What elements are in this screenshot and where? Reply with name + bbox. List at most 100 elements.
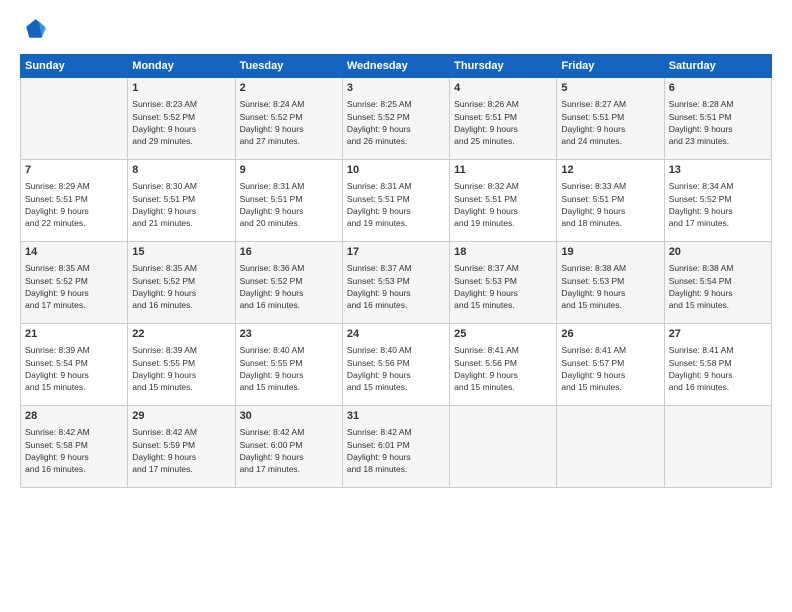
day-number: 29	[132, 409, 230, 424]
day-number: 31	[347, 409, 445, 424]
day-info: Sunrise: 8:32 AM Sunset: 5:51 PM Dayligh…	[454, 180, 552, 229]
day-info: Sunrise: 8:28 AM Sunset: 5:51 PM Dayligh…	[669, 98, 767, 147]
day-info: Sunrise: 8:31 AM Sunset: 5:51 PM Dayligh…	[347, 180, 445, 229]
day-info: Sunrise: 8:41 AM Sunset: 5:57 PM Dayligh…	[561, 344, 659, 393]
calendar-table: SundayMondayTuesdayWednesdayThursdayFrid…	[20, 54, 772, 488]
day-info: Sunrise: 8:42 AM Sunset: 6:01 PM Dayligh…	[347, 426, 445, 475]
day-number: 6	[669, 81, 767, 96]
logo-icon	[20, 16, 48, 44]
calendar-day-cell: 21 Sunrise: 8:39 AM Sunset: 5:54 PM Dayli…	[21, 324, 128, 406]
calendar-body: 1 Sunrise: 8:23 AM Sunset: 5:52 PM Daylig…	[21, 78, 772, 488]
day-info: Sunrise: 8:34 AM Sunset: 5:52 PM Dayligh…	[669, 180, 767, 229]
day-info: Sunrise: 8:25 AM Sunset: 5:52 PM Dayligh…	[347, 98, 445, 147]
weekday-header: Wednesday	[342, 55, 449, 78]
calendar-day-cell: 4Sunrise: 8:26 AM Sunset: 5:51 PM Daylig…	[450, 78, 557, 160]
day-number: 24	[347, 327, 445, 342]
calendar-day-cell: 12Sunrise: 8:33 AM Sunset: 5:51 PM Dayli…	[557, 160, 664, 242]
calendar-day-cell: 14 Sunrise: 8:35 AM Sunset: 5:52 PM Dayli…	[21, 242, 128, 324]
calendar-day-cell: 3 Sunrise: 8:25 AM Sunset: 5:52 PM Daylig…	[342, 78, 449, 160]
calendar-day-cell: 2 Sunrise: 8:24 AM Sunset: 5:52 PM Daylig…	[235, 78, 342, 160]
day-info: Sunrise: 8:38 AM Sunset: 5:54 PM Dayligh…	[669, 262, 767, 311]
day-info: Sunrise: 8:40 AM Sunset: 5:55 PM Dayligh…	[240, 344, 338, 393]
weekday-header: Saturday	[664, 55, 771, 78]
calendar-day-cell: 5Sunrise: 8:27 AM Sunset: 5:51 PM Daylig…	[557, 78, 664, 160]
day-number: 28	[25, 409, 123, 424]
day-number: 1	[132, 81, 230, 96]
day-info: Sunrise: 8:38 AM Sunset: 5:53 PM Dayligh…	[561, 262, 659, 311]
calendar-day-cell: 26Sunrise: 8:41 AM Sunset: 5:57 PM Dayli…	[557, 324, 664, 406]
calendar-day-cell: 23Sunrise: 8:40 AM Sunset: 5:55 PM Dayli…	[235, 324, 342, 406]
day-number: 7	[25, 163, 123, 178]
day-number: 2	[240, 81, 338, 96]
day-info: Sunrise: 8:37 AM Sunset: 5:53 PM Dayligh…	[347, 262, 445, 311]
day-info: Sunrise: 8:42 AM Sunset: 6:00 PM Dayligh…	[240, 426, 338, 475]
calendar-day-cell: 18 Sunrise: 8:37 AM Sunset: 5:53 PM Dayli…	[450, 242, 557, 324]
day-number: 21	[25, 327, 123, 342]
day-number: 9	[240, 163, 338, 178]
calendar-day-cell: 30 Sunrise: 8:42 AM Sunset: 6:00 PM Dayli…	[235, 406, 342, 488]
calendar-day-cell	[450, 406, 557, 488]
calendar-day-cell: 15 Sunrise: 8:35 AM Sunset: 5:52 PM Dayli…	[128, 242, 235, 324]
day-number: 5	[561, 81, 659, 96]
day-info: Sunrise: 8:35 AM Sunset: 5:52 PM Dayligh…	[132, 262, 230, 311]
day-number: 15	[132, 245, 230, 260]
calendar-day-cell: 13Sunrise: 8:34 AM Sunset: 5:52 PM Dayli…	[664, 160, 771, 242]
day-number: 20	[669, 245, 767, 260]
logo	[20, 16, 52, 44]
weekday-header: Thursday	[450, 55, 557, 78]
day-number: 3	[347, 81, 445, 96]
day-info: Sunrise: 8:33 AM Sunset: 5:51 PM Dayligh…	[561, 180, 659, 229]
weekday-row: SundayMondayTuesdayWednesdayThursdayFrid…	[21, 55, 772, 78]
day-info: Sunrise: 8:26 AM Sunset: 5:51 PM Dayligh…	[454, 98, 552, 147]
calendar-day-cell: 25 Sunrise: 8:41 AM Sunset: 5:56 PM Dayli…	[450, 324, 557, 406]
calendar-day-cell: 20 Sunrise: 8:38 AM Sunset: 5:54 PM Dayli…	[664, 242, 771, 324]
calendar-day-cell: 31 Sunrise: 8:42 AM Sunset: 6:01 PM Dayli…	[342, 406, 449, 488]
calendar-header: SundayMondayTuesdayWednesdayThursdayFrid…	[21, 55, 772, 78]
day-info: Sunrise: 8:35 AM Sunset: 5:52 PM Dayligh…	[25, 262, 123, 311]
calendar-day-cell: 16 Sunrise: 8:36 AM Sunset: 5:52 PM Dayli…	[235, 242, 342, 324]
day-info: Sunrise: 8:39 AM Sunset: 5:55 PM Dayligh…	[132, 344, 230, 393]
calendar-day-cell: 24Sunrise: 8:40 AM Sunset: 5:56 PM Dayli…	[342, 324, 449, 406]
calendar-day-cell	[21, 78, 128, 160]
page: SundayMondayTuesdayWednesdayThursdayFrid…	[0, 0, 792, 612]
calendar-week-row: 28 Sunrise: 8:42 AM Sunset: 5:58 PM Dayli…	[21, 406, 772, 488]
calendar-week-row: 7 Sunrise: 8:29 AM Sunset: 5:51 PM Daylig…	[21, 160, 772, 242]
day-number: 14	[25, 245, 123, 260]
day-number: 27	[669, 327, 767, 342]
day-info: Sunrise: 8:42 AM Sunset: 5:58 PM Dayligh…	[25, 426, 123, 475]
calendar-day-cell: 17Sunrise: 8:37 AM Sunset: 5:53 PM Dayli…	[342, 242, 449, 324]
day-info: Sunrise: 8:39 AM Sunset: 5:54 PM Dayligh…	[25, 344, 123, 393]
day-info: Sunrise: 8:41 AM Sunset: 5:56 PM Dayligh…	[454, 344, 552, 393]
header	[20, 16, 772, 44]
day-number: 30	[240, 409, 338, 424]
calendar-day-cell: 8Sunrise: 8:30 AM Sunset: 5:51 PM Daylig…	[128, 160, 235, 242]
day-info: Sunrise: 8:42 AM Sunset: 5:59 PM Dayligh…	[132, 426, 230, 475]
calendar-day-cell: 6 Sunrise: 8:28 AM Sunset: 5:51 PM Daylig…	[664, 78, 771, 160]
calendar-week-row: 21 Sunrise: 8:39 AM Sunset: 5:54 PM Dayli…	[21, 324, 772, 406]
day-info: Sunrise: 8:23 AM Sunset: 5:52 PM Dayligh…	[132, 98, 230, 147]
day-info: Sunrise: 8:41 AM Sunset: 5:58 PM Dayligh…	[669, 344, 767, 393]
day-info: Sunrise: 8:29 AM Sunset: 5:51 PM Dayligh…	[25, 180, 123, 229]
day-info: Sunrise: 8:31 AM Sunset: 5:51 PM Dayligh…	[240, 180, 338, 229]
calendar-day-cell: 10 Sunrise: 8:31 AM Sunset: 5:51 PM Dayli…	[342, 160, 449, 242]
day-number: 8	[132, 163, 230, 178]
calendar-week-row: 14 Sunrise: 8:35 AM Sunset: 5:52 PM Dayli…	[21, 242, 772, 324]
day-number: 22	[132, 327, 230, 342]
day-number: 18	[454, 245, 552, 260]
day-number: 25	[454, 327, 552, 342]
day-number: 19	[561, 245, 659, 260]
weekday-header: Sunday	[21, 55, 128, 78]
calendar-week-row: 1 Sunrise: 8:23 AM Sunset: 5:52 PM Daylig…	[21, 78, 772, 160]
day-number: 10	[347, 163, 445, 178]
day-info: Sunrise: 8:36 AM Sunset: 5:52 PM Dayligh…	[240, 262, 338, 311]
day-number: 16	[240, 245, 338, 260]
day-info: Sunrise: 8:37 AM Sunset: 5:53 PM Dayligh…	[454, 262, 552, 311]
calendar-day-cell: 28 Sunrise: 8:42 AM Sunset: 5:58 PM Dayli…	[21, 406, 128, 488]
calendar-day-cell: 19 Sunrise: 8:38 AM Sunset: 5:53 PM Dayli…	[557, 242, 664, 324]
calendar-day-cell: 11Sunrise: 8:32 AM Sunset: 5:51 PM Dayli…	[450, 160, 557, 242]
day-info: Sunrise: 8:24 AM Sunset: 5:52 PM Dayligh…	[240, 98, 338, 147]
calendar-day-cell: 22 Sunrise: 8:39 AM Sunset: 5:55 PM Dayli…	[128, 324, 235, 406]
calendar-day-cell: 7 Sunrise: 8:29 AM Sunset: 5:51 PM Daylig…	[21, 160, 128, 242]
calendar-day-cell: 29 Sunrise: 8:42 AM Sunset: 5:59 PM Dayli…	[128, 406, 235, 488]
calendar-day-cell	[664, 406, 771, 488]
